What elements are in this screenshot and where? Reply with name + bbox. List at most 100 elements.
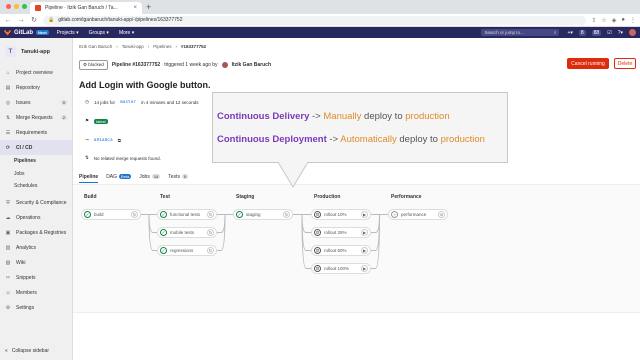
annotation-callout: Continuous Delivery -> Manually deploy t… <box>212 92 508 163</box>
sidebar-item-requirements[interactable]: ☰ Requirements <box>0 125 72 140</box>
sidebar-item-snippets[interactable]: ✂ Snippets <box>0 271 72 286</box>
sidebar-subitem-jobs[interactable]: Jobs <box>0 168 72 181</box>
copy-icon[interactable]: ⧉ <box>118 138 121 143</box>
commit-sha[interactable]: a91a8ca <box>94 138 113 143</box>
delete-button[interactable]: Delete <box>614 58 636 69</box>
sidebar-item-issues[interactable]: ◎ Issues 0 <box>0 95 72 110</box>
breadcrumb-user[interactable]: Itzik Gan Baruch <box>79 44 112 49</box>
play-icon[interactable]: ▶ <box>361 211 368 218</box>
tab-tests[interactable]: Tests 0 <box>168 174 189 180</box>
retry-icon[interactable]: ↻ <box>207 247 214 254</box>
play-icon[interactable]: ▶ <box>361 265 368 272</box>
job-rollout-50-[interactable]: ⚙ rollout 50% ▶ <box>311 245 371 256</box>
tab-dag[interactable]: DAG Beta <box>106 174 132 180</box>
sidebar-item-analytics[interactable]: ▥ Analytics <box>0 241 72 256</box>
status-passed-icon: ✓ <box>160 247 167 254</box>
breadcrumb-current: #163377752 <box>181 44 207 49</box>
gitlab-logo[interactable]: GitLab Next <box>4 29 49 36</box>
todo-icon[interactable]: ☑ <box>607 30 611 36</box>
callout-pointer <box>278 162 308 188</box>
search-input[interactable]: Search or jump to... ⌕ <box>481 29 560 36</box>
sidebar-item-ci-cd[interactable]: ⟳ CI / CD <box>0 140 72 155</box>
create-new-icon[interactable]: +▾ <box>567 30 572 36</box>
job-connector <box>301 214 311 233</box>
sidebar-subitem-schedules[interactable]: Schedules <box>0 180 72 193</box>
help-icon[interactable]: ?▾ <box>618 30 623 36</box>
new-tab-icon[interactable]: + <box>146 2 151 12</box>
stage-title-staging: Staging <box>236 194 255 200</box>
address-bar[interactable]: 🔒 gitlab.com/iganbaruch/tanuki-app/-/pip… <box>43 15 587 25</box>
extensions-icon[interactable]: ◈ <box>612 17 617 24</box>
sidebar-item-project-overview[interactable]: ⌂ Project overview <box>0 65 72 80</box>
sidebar-item-merge-requests[interactable]: ⇅ Merge Requests 2 <box>0 110 72 125</box>
tab-jobs[interactable]: Jobs 14 <box>139 174 161 180</box>
close-window-icon[interactable] <box>6 4 11 9</box>
triggering-user[interactable]: Itzik Gan Baruch <box>232 62 271 68</box>
close-tab-icon[interactable]: × <box>133 5 137 11</box>
job-rollout-100-[interactable]: ⚙ rollout 100% ▶ <box>311 263 371 274</box>
cancel-running-button[interactable]: Cancel running <box>567 58 609 69</box>
sidebar-item-operations[interactable]: ☁ Operations <box>0 211 72 226</box>
next-badge[interactable]: Next <box>36 30 49 35</box>
status-passed-icon: ✓ <box>160 211 167 218</box>
job-rollout-25-[interactable]: ⚙ rollout 25% ▶ <box>311 227 371 238</box>
skipped-action-icon[interactable]: ⊘ <box>438 211 445 218</box>
sidebar-item-wiki[interactable]: ▧ Wiki <box>0 256 72 271</box>
issues-icon: ◎ <box>5 99 11 106</box>
package-icon: ▣ <box>5 230 11 236</box>
project-header[interactable]: T Tanuki-app <box>0 38 72 65</box>
sidebar-subitem-pipelines[interactable]: Pipelines <box>0 155 72 168</box>
maximize-window-icon[interactable] <box>22 4 27 9</box>
sidebar-item-members[interactable]: ☺ Members <box>0 286 72 301</box>
tab-pipeline[interactable]: Pipeline <box>79 174 99 183</box>
status-passed-icon: ✓ <box>84 211 91 218</box>
more-menu[interactable]: More ▾ <box>119 30 134 36</box>
retry-icon[interactable]: ↻ <box>207 211 214 218</box>
retry-icon[interactable]: ↻ <box>207 229 214 236</box>
branch-name[interactable]: master <box>120 100 136 105</box>
sidebar-item-settings[interactable]: ⚙ Settings <box>0 301 72 316</box>
collapse-sidebar-button[interactable]: « Collapse sidebar <box>5 348 49 354</box>
job-mobile-tests[interactable]: ✓ mobile tests ↻ <box>157 227 217 238</box>
forward-icon[interactable]: → <box>17 17 25 24</box>
browser-menu-icon[interactable]: ⋮ <box>630 17 636 24</box>
issues-count[interactable]: 8 <box>578 29 586 36</box>
job-staging[interactable]: ✓ staging ↻ <box>233 209 293 220</box>
sidebar-item-repository[interactable]: ▤ Repository <box>0 80 72 95</box>
browser-tab-strip: Pipeline · Itzik Gan Baruch / Ta... × + <box>0 0 640 14</box>
job-regressions[interactable]: ✓ regressions ↻ <box>157 245 217 256</box>
share-icon[interactable]: ⇪ <box>591 17 596 24</box>
reload-icon[interactable]: ↻ <box>30 16 38 24</box>
user-avatar[interactable] <box>629 29 636 36</box>
retry-icon[interactable]: ↻ <box>283 211 290 218</box>
job-rollout-10-[interactable]: ⚙ rollout 10% ▶ <box>311 209 371 220</box>
users-icon: ☺ <box>5 290 11 296</box>
pipeline-labels: ⚑ latest <box>85 118 108 124</box>
sidebar-item-label: CI / CD <box>16 144 33 151</box>
groups-menu[interactable]: Groups ▾ <box>89 30 109 36</box>
status-passed-icon: ✓ <box>160 229 167 236</box>
retry-icon[interactable]: ↻ <box>131 211 138 218</box>
job-performance[interactable]: » performance ⊘ <box>388 209 448 220</box>
job-functional-tests[interactable]: ✓ functional tests ↻ <box>157 209 217 220</box>
job-build[interactable]: ✓ build ↻ <box>81 209 141 220</box>
mr-count[interactable]: 88 <box>591 29 602 36</box>
stage-title-production: Production <box>314 194 341 200</box>
play-icon[interactable]: ▶ <box>361 229 368 236</box>
sidebar-item-packages[interactable]: ▣ Packages & Registries <box>0 226 72 241</box>
avatar[interactable] <box>221 62 228 68</box>
back-icon[interactable]: ← <box>4 17 12 24</box>
browser-tab[interactable]: Pipeline · Itzik Gan Baruch / Ta... × <box>30 2 142 14</box>
breadcrumb-project[interactable]: Tanuki-app <box>122 44 144 49</box>
status-manual-icon: ⚙ <box>314 211 321 218</box>
profile-icon[interactable]: ● <box>621 17 625 24</box>
play-icon[interactable]: ▶ <box>361 247 368 254</box>
job-name: rollout 25% <box>324 230 347 235</box>
projects-menu[interactable]: Projects ▾ <box>57 30 79 36</box>
minimize-window-icon[interactable] <box>14 4 19 9</box>
breadcrumb-pipelines[interactable]: Pipelines <box>153 44 171 49</box>
sidebar-item-label: Wiki <box>16 260 26 266</box>
sidebar-item-label: Issues <box>16 99 31 106</box>
sidebar-item-security[interactable]: ⛨ Security & Compliance <box>0 196 72 211</box>
bookmark-star-icon[interactable]: ☆ <box>601 17 606 24</box>
